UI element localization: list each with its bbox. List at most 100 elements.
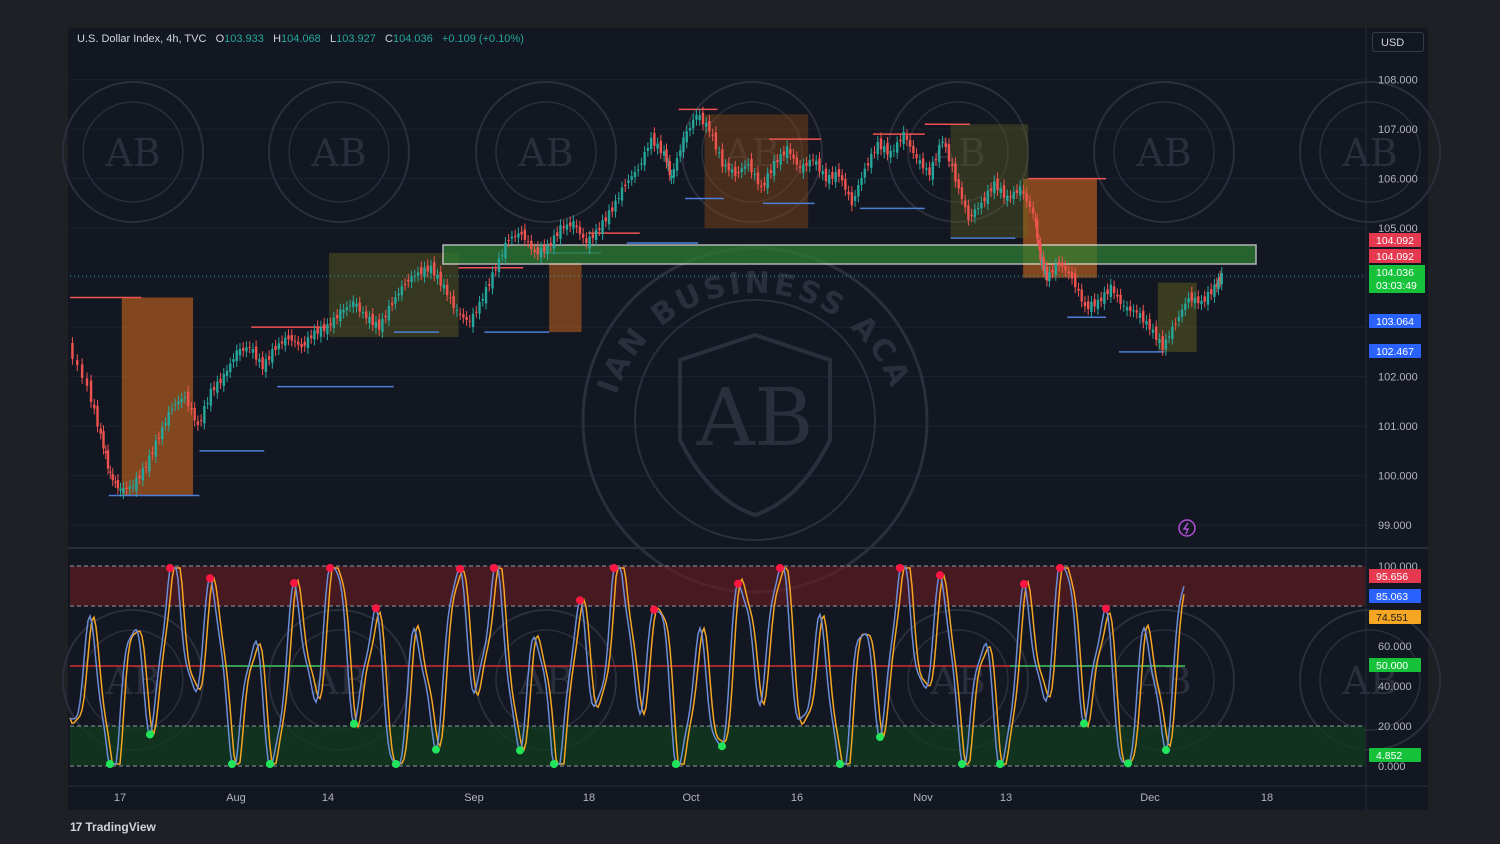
candle-body [766, 173, 769, 189]
candle-body [847, 191, 850, 195]
oversold-dot [550, 760, 558, 768]
candle-body [1138, 313, 1142, 318]
candle-body [724, 165, 727, 167]
candle-body [416, 272, 420, 276]
candle-body [1048, 272, 1051, 282]
candle-body [802, 164, 805, 173]
overbought-dot [936, 571, 944, 580]
open-value: 103.933 [224, 33, 264, 45]
candle-body [458, 313, 462, 315]
candle-body [216, 381, 219, 393]
candle-body [1174, 323, 1177, 325]
candle-body [1099, 297, 1103, 302]
overbought-dot [776, 564, 784, 572]
candle-body [895, 142, 899, 153]
time-tick-label: 18 [583, 792, 595, 804]
candle-body [80, 364, 84, 378]
candle-body [1220, 273, 1223, 285]
oversold-dot [672, 760, 680, 768]
candle-body [1009, 196, 1012, 198]
candle-body [235, 350, 238, 362]
candle-body [668, 160, 671, 176]
chart-canvas[interactable]: ABABABABABABABABABABABABABABARABIAN BUSI… [0, 0, 1500, 844]
candle-body [439, 271, 442, 286]
candle-body [462, 314, 465, 318]
candle-body [517, 233, 520, 238]
candle-body [410, 276, 413, 283]
candle-body [546, 245, 549, 255]
candle-body [452, 295, 455, 309]
candle-body [196, 421, 200, 425]
candle-body [377, 319, 381, 330]
candle-body [805, 162, 808, 166]
candle-body [1103, 292, 1106, 304]
candle-body [556, 232, 559, 237]
candle-body [119, 488, 122, 491]
oversold-dot [718, 742, 726, 751]
time-tick-label: 16 [791, 792, 803, 804]
tradingview-brand[interactable]: 17 TradingView [70, 820, 156, 834]
candle-body [423, 267, 426, 277]
candle-body [267, 356, 271, 360]
candle-body [620, 187, 624, 201]
candle-body [1012, 192, 1015, 199]
candle-body [892, 150, 896, 152]
candle-body [1119, 294, 1122, 304]
candle-body [1080, 289, 1083, 302]
candle-body [183, 397, 187, 399]
overbought-dot [456, 564, 464, 573]
candle-body [808, 160, 811, 167]
candle-body [1070, 271, 1074, 279]
symbol-title[interactable]: U.S. Dollar Index, 4h, TVC [77, 33, 206, 45]
candle-body [254, 346, 258, 360]
candle-body [559, 225, 562, 240]
candle-body [815, 160, 818, 165]
candle-body [1042, 256, 1045, 271]
candle-body [827, 174, 831, 184]
candle-body [1061, 262, 1064, 267]
candle-body [390, 302, 394, 306]
candle-body [734, 166, 737, 176]
candle-body [400, 286, 404, 296]
overbought-dot [1056, 564, 1064, 572]
overbought-dot [206, 574, 214, 583]
candle-body [1151, 329, 1155, 333]
candle-body [1213, 284, 1216, 297]
candle-body [899, 139, 902, 142]
candle-body [128, 486, 132, 489]
oversold-dot [836, 760, 844, 768]
osc-badge-red: 95.656 [1376, 571, 1408, 583]
candle-body [193, 407, 196, 421]
candle-body [611, 207, 614, 212]
candle-body [455, 309, 459, 311]
oversold-dot [996, 760, 1004, 768]
candle-body [116, 479, 120, 489]
candle-body [989, 188, 993, 192]
candle-body [633, 172, 637, 178]
candle-body [818, 158, 821, 172]
candle-body [1090, 301, 1093, 312]
currency-button[interactable]: USD [1372, 32, 1424, 52]
candle-body [834, 172, 837, 182]
change-value: +0.109 (+0.10%) [441, 33, 524, 45]
candle-body [1074, 273, 1077, 288]
time-tick-label: Sep [464, 792, 484, 804]
candle-body [672, 169, 675, 178]
candle-body [530, 240, 533, 250]
overbought-dot [734, 579, 742, 588]
close-label: C [385, 33, 393, 45]
candle-body [180, 398, 183, 403]
price-badge-red-2: 104.092 [1376, 251, 1414, 263]
candle-body [876, 142, 879, 155]
candle-body [219, 378, 222, 384]
oversold-dot [1124, 759, 1132, 768]
candle-body [670, 175, 673, 179]
candle-body [1077, 288, 1080, 291]
candle-body [157, 437, 161, 440]
candle-body [248, 347, 251, 349]
candle-body [692, 119, 695, 129]
candle-body [740, 168, 743, 173]
candle-body [251, 349, 255, 353]
price-tick-label: 106.000 [1378, 174, 1418, 186]
low-value: 103.927 [336, 33, 376, 45]
